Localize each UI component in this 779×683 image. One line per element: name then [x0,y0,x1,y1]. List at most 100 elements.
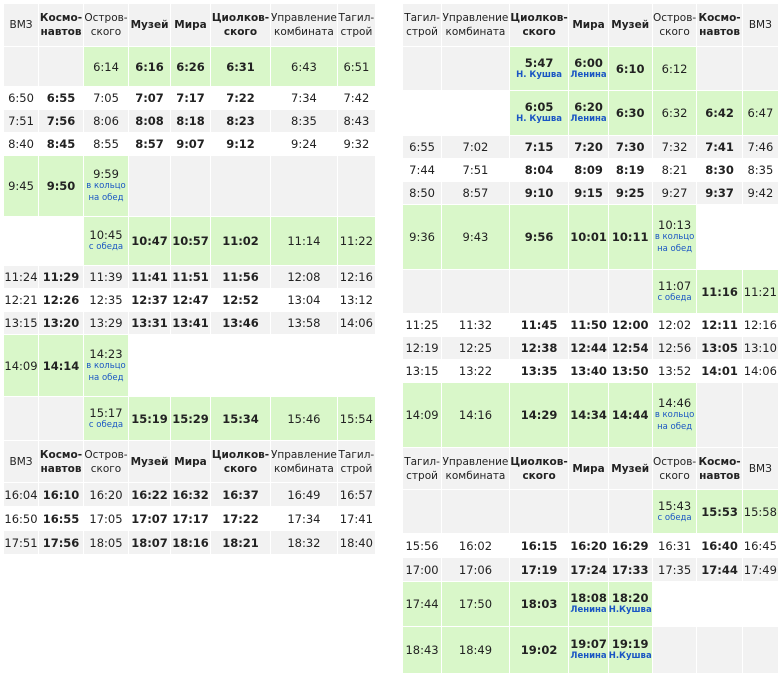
time-cell: 19:02 [508,626,570,674]
time-cell: 8:50 [401,181,443,205]
departure-time: 17:41 [339,511,373,526]
time-cell: 6:14 [83,46,129,87]
time-cell: 8:04 [508,158,570,182]
departure-time: 17:07 [131,511,168,526]
time-cell: 7:51 [441,158,510,182]
trip-note: с обеда [657,292,692,303]
departure-time: 18:21 [222,535,259,550]
departure-time: 6:42 [705,106,734,120]
time-cell: 6:51 [336,46,376,87]
column-header: Тагил-строй [336,440,376,483]
time-cell: 17:19 [508,557,570,582]
time-cell: 15:54 [336,396,376,441]
departure-time: 14:06 [339,316,373,330]
table-row: 12:19 12:25 12:38 12:44 12:54 12:56 13:05 13:10 [401,336,779,360]
trip-note: в кольцо на обед [86,181,126,203]
departure-time: 7:51 [462,163,489,177]
time-cell: 6:55 [38,86,84,110]
time-cell: 11:14 [270,216,338,266]
time-cell: 11:45 [508,313,570,337]
departure-time: 14:44 [611,408,649,422]
departure-time: 17:00 [405,562,439,577]
time-cell: 7:51 [3,109,39,133]
departure-time: 11:14 [287,234,321,248]
time-cell [696,382,743,448]
departure-time: 17:56 [42,535,80,550]
table-row: 6:50 6:55 7:05 7:07 7:17 7:22 7:34 7:42 [3,86,376,110]
column-header: Управление комбината [441,447,510,490]
departure-time: 7:56 [46,114,76,128]
departure-time: 12:47 [172,293,209,307]
departure-time: 6:51 [343,59,370,74]
column-header: Управление комбината [270,3,338,47]
departure-time: 8:45 [46,137,76,151]
time-cell: 10:11 [607,204,653,270]
departure-time: 12:00 [611,318,649,332]
column-header: Космо-навтов [38,440,84,483]
departure-time: 13:05 [701,341,738,355]
departure-time: 11:22 [339,234,373,248]
departure-time: 14:09 [4,358,38,373]
time-cell: 19:19 Н.Кушва [607,626,653,674]
departure-time: 8:30 [705,163,734,177]
departure-time: 7:07 [135,91,164,105]
departure-time: 14:06 [743,364,777,378]
trip-note: Н.Кушва [608,605,652,615]
trip-note: Ленина [570,651,607,661]
departure-time: 16:04 [4,487,38,502]
schedule-table-forward: ВМЗ Космо-навтов Остров-ского Музей Мира Циол… [3,3,376,555]
time-cell: 13:04 [270,288,338,312]
time-cell: 12:00 [607,313,653,337]
time-cell: 19:07 Ленина [568,626,609,674]
column-header: Остров-ского [651,3,698,47]
departure-time: 16:37 [222,487,259,502]
time-cell: 8:40 [3,132,39,156]
trip-note: в кольцо на обед [654,232,695,254]
time-cell: 6:16 [128,46,171,87]
table-row: 17:51 17:56 18:05 18:07 18:16 18:21 18:32 18:40 [3,530,376,555]
departure-time: 14:46 [658,396,692,410]
table-row: 16:04 16:10 16:20 16:22 16:32 16:37 16:49 16:57 [3,482,376,507]
time-cell: 16:22 [128,482,171,507]
departure-time: 17:51 [4,535,38,550]
time-cell [336,155,376,217]
trip-note: в кольцо на обед [654,410,695,432]
departure-time: 12:02 [658,318,692,332]
time-cell: 14:09 [401,382,443,448]
departure-time: 8:04 [524,163,554,177]
time-cell [696,204,743,270]
time-cell: 5:47 Н. Кушва [508,46,570,91]
departure-time: 7:41 [705,140,734,154]
departure-time: 16:32 [172,487,209,502]
time-cell: 15:58 [741,489,779,534]
time-cell: 11:22 [336,216,376,266]
time-cell: 10:01 [568,204,609,270]
table-row: 18:43 18:49 19:02 19:07 Ленина 19:19 Н.Кушва [401,626,779,674]
departure-time: 15:19 [131,411,168,426]
time-cell: 9:10 [508,181,570,205]
table-row: 11:07 с обеда 11:16 11:21 [401,269,779,314]
time-cell: 9:25 [607,181,653,205]
time-cell: 7:02 [441,135,510,159]
departure-time: 9:32 [343,137,370,151]
trip-note: с обеда [657,512,692,523]
departure-time: 12:35 [89,293,123,307]
column-header: Управление комбината [270,440,338,483]
time-cell: 14:06 [741,359,779,383]
departure-time: 11:29 [42,270,80,284]
departure-time: 8:21 [661,163,688,177]
time-cell: 13:40 [568,359,609,383]
departure-time: 8:18 [176,114,205,128]
departure-time: 13:04 [287,293,321,307]
departure-time: 16:40 [701,538,738,553]
column-header: Мира [170,440,211,483]
column-header: ВМЗ [741,447,779,490]
time-cell [38,396,84,441]
time-cell: 11:02 [210,216,271,266]
header-row: Тагил-строй Управление комбината Циолков-ск… [401,447,779,490]
departure-time: 7:05 [93,91,119,105]
departure-time: 6:00 [574,55,603,70]
departure-time: 6:20 [574,100,603,114]
departure-time: 17:49 [743,562,777,577]
table-row: 8:40 8:45 8:55 8:57 9:07 9:12 9:24 9:32 [3,132,376,156]
